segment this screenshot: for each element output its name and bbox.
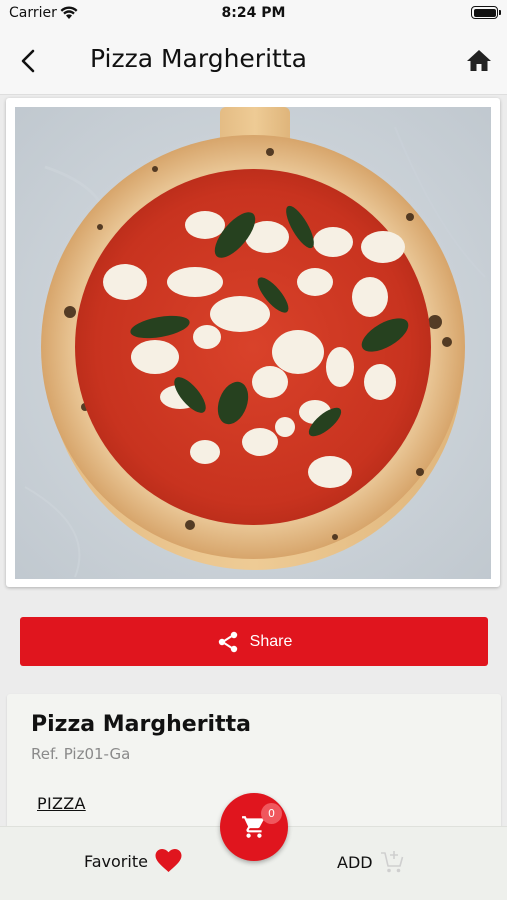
cart-add-icon (380, 851, 403, 873)
cart-button[interactable]: 0 (220, 793, 288, 861)
page-title: Pizza Margheritta (90, 44, 307, 73)
clock: 8:24 PM (221, 5, 286, 21)
product-image-card (6, 98, 500, 587)
share-label: Share (249, 632, 293, 650)
category-link[interactable]: PIZZA (37, 794, 86, 813)
heart-icon (155, 849, 182, 872)
back-button[interactable] (14, 46, 44, 76)
share-button[interactable]: Share (20, 617, 488, 666)
nav-bar: Pizza Margheritta (0, 28, 507, 95)
pizza-image[interactable] (15, 107, 491, 579)
cart-count-badge: 0 (261, 803, 282, 824)
share-icon (218, 631, 237, 652)
favorite-button[interactable]: Favorite (84, 849, 182, 873)
favorite-label: Favorite (84, 851, 148, 871)
add-to-cart-button[interactable]: ADD (337, 849, 405, 875)
product-name: Pizza Margheritta (31, 712, 251, 737)
battery-icon (471, 6, 501, 19)
home-icon[interactable] (465, 47, 493, 75)
add-label: ADD (337, 852, 373, 872)
status-bar: Carrier 8:24 PM (0, 0, 507, 28)
product-reference: Ref. Piz01-Ga (31, 745, 131, 763)
